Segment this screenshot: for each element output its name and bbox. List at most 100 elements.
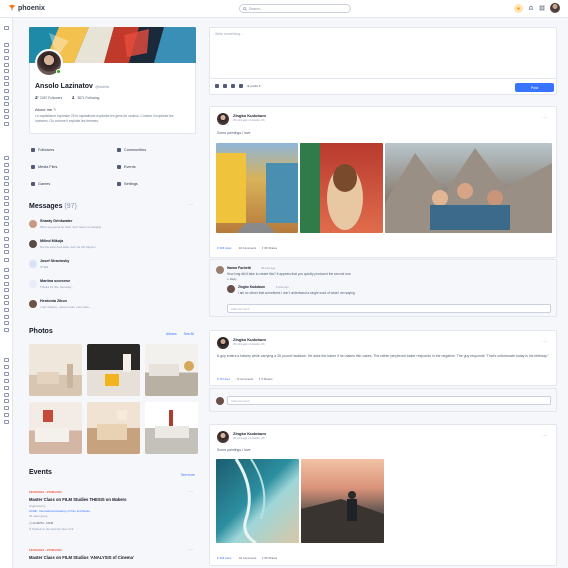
following-count[interactable]: 3871 Following <box>72 96 99 100</box>
location-icon[interactable] <box>231 84 235 88</box>
likes-count[interactable]: ♥ 345 Likes <box>217 556 231 560</box>
help-icon[interactable] <box>4 237 9 241</box>
add-comment-input[interactable]: Add comment <box>227 304 551 313</box>
user-icon[interactable] <box>4 89 9 93</box>
link-communities[interactable]: Communities <box>117 148 146 152</box>
layers-icon[interactable] <box>4 182 9 186</box>
grid-icon[interactable] <box>4 109 9 113</box>
likes-count[interactable]: ♥ 15 Likes <box>217 377 230 381</box>
event-item[interactable]: 18/06/2023 - 25/06/2023 Master Class on … <box>29 490 196 531</box>
chat-icon[interactable] <box>4 63 9 67</box>
code-icon[interactable] <box>4 196 9 200</box>
post-image[interactable] <box>301 459 384 543</box>
logo[interactable]: phoenix <box>8 4 45 12</box>
post-button[interactable]: Post <box>515 83 554 92</box>
bag-icon[interactable] <box>4 308 9 312</box>
phone-icon[interactable] <box>4 282 9 286</box>
user-avatar[interactable] <box>550 3 560 13</box>
see-all-photos-link[interactable]: See All <box>184 332 194 336</box>
file-icon[interactable] <box>4 102 9 106</box>
message-item[interactable]: Josef Stravinsky I'll Talk <box>29 257 196 275</box>
post-textarea[interactable]: Write something... <box>215 32 243 36</box>
event-item[interactable]: 18/06/2023 - 25/06/2023 Master Class on … <box>29 548 196 560</box>
post-image[interactable] <box>385 143 552 233</box>
settings-icon[interactable] <box>4 379 9 383</box>
image-icon[interactable] <box>215 84 219 88</box>
lock-icon[interactable] <box>4 386 9 390</box>
message-item[interactable]: Shanty Drinkwater When we gonna be back, … <box>29 217 196 235</box>
table-icon[interactable] <box>4 406 9 410</box>
commenter-name[interactable]: Hamar Fachetti <box>227 266 251 270</box>
bell-icon[interactable] <box>528 5 534 11</box>
message-item[interactable]: Milind Mikuja Not the same feel dude, don… <box>29 237 196 255</box>
tag-icon[interactable] <box>4 420 9 424</box>
post-more-icon[interactable]: ⋯ <box>542 339 547 345</box>
likes-count[interactable]: ♥ 345 Likes <box>217 246 231 250</box>
photo-thumbnail[interactable] <box>87 402 140 454</box>
search-input[interactable]: Search... <box>249 7 263 11</box>
settings-icon[interactable] <box>4 122 9 126</box>
post-image[interactable] <box>216 459 299 543</box>
phone-icon[interactable] <box>4 49 9 53</box>
layers-icon[interactable] <box>4 413 9 417</box>
post-more-icon[interactable]: ⋯ <box>542 433 547 439</box>
lock-icon[interactable] <box>4 156 9 160</box>
bag-icon[interactable] <box>4 76 9 80</box>
post-author[interactable]: Zingko Kudobum <box>233 337 266 342</box>
table-icon[interactable] <box>4 176 9 180</box>
calendar-icon[interactable] <box>4 288 9 292</box>
comments-count[interactable]: ◌ 8 Comments <box>235 377 253 381</box>
cart-icon[interactable] <box>4 315 9 319</box>
commenter-avatar[interactable] <box>227 285 235 293</box>
event-more-icon[interactable]: ⋯ <box>188 547 193 553</box>
commenter-avatar[interactable] <box>216 266 224 274</box>
author-avatar[interactable] <box>217 431 229 443</box>
photo-thumbnail[interactable] <box>29 402 82 454</box>
post-image[interactable] <box>300 143 383 233</box>
link-games[interactable]: Games <box>31 182 50 186</box>
link-events[interactable]: Events <box>117 165 136 169</box>
home-icon[interactable] <box>4 275 9 279</box>
commenter-avatar[interactable] <box>216 397 224 405</box>
map-icon[interactable] <box>4 209 9 213</box>
calendar-icon[interactable] <box>223 84 227 88</box>
list-icon[interactable] <box>4 399 9 403</box>
inbox-icon[interactable] <box>4 96 9 100</box>
mail-icon[interactable] <box>4 301 9 305</box>
post-author[interactable]: Zingko Kudobum <box>233 113 266 118</box>
author-avatar[interactable] <box>217 113 229 125</box>
post-image[interactable] <box>216 143 298 233</box>
grid-icon[interactable] <box>4 365 9 369</box>
book-icon[interactable] <box>4 202 9 206</box>
theme-toggle-sun-icon[interactable] <box>514 3 523 13</box>
user-icon[interactable] <box>4 321 9 325</box>
inbox-icon[interactable] <box>4 328 9 332</box>
link-icon[interactable] <box>4 244 9 248</box>
post-author[interactable]: Zingko Kudobum <box>233 431 266 436</box>
see-more-events-link[interactable]: See more <box>181 473 195 477</box>
event-more-icon[interactable]: ⋯ <box>188 489 193 495</box>
file-icon[interactable] <box>4 358 9 362</box>
chart-icon[interactable] <box>4 268 9 272</box>
message-item[interactable]: Herdonia Zikon I can't believe, I knew it… <box>29 297 196 315</box>
bell-icon[interactable] <box>4 163 9 167</box>
comments-count[interactable]: ◌ 40 Comments <box>236 246 256 250</box>
link-followers[interactable]: Followers <box>31 148 54 152</box>
apps-grid-icon[interactable] <box>539 5 545 11</box>
followers-count[interactable]: 2287 Followers <box>35 96 62 100</box>
photo-thumbnail[interactable] <box>29 344 82 396</box>
mail-icon[interactable] <box>4 69 9 73</box>
flag-icon[interactable] <box>4 250 9 254</box>
list-icon[interactable] <box>4 169 9 173</box>
shares-count[interactable]: ⇪ 80 Shares <box>261 556 277 560</box>
comments-count[interactable]: ◌ 40 Comments <box>236 556 256 560</box>
shares-count[interactable]: ⇪ 5 Shares <box>258 377 272 381</box>
tag-icon[interactable] <box>4 189 9 193</box>
add-comment-input[interactable]: Add comment <box>227 396 551 405</box>
calendar-icon[interactable] <box>4 56 9 60</box>
cart-icon[interactable] <box>4 82 9 86</box>
photo-thumbnail[interactable] <box>145 402 198 454</box>
bell-icon[interactable] <box>4 393 9 397</box>
photo-thumbnail[interactable] <box>145 344 198 396</box>
chart-icon[interactable] <box>4 26 9 30</box>
